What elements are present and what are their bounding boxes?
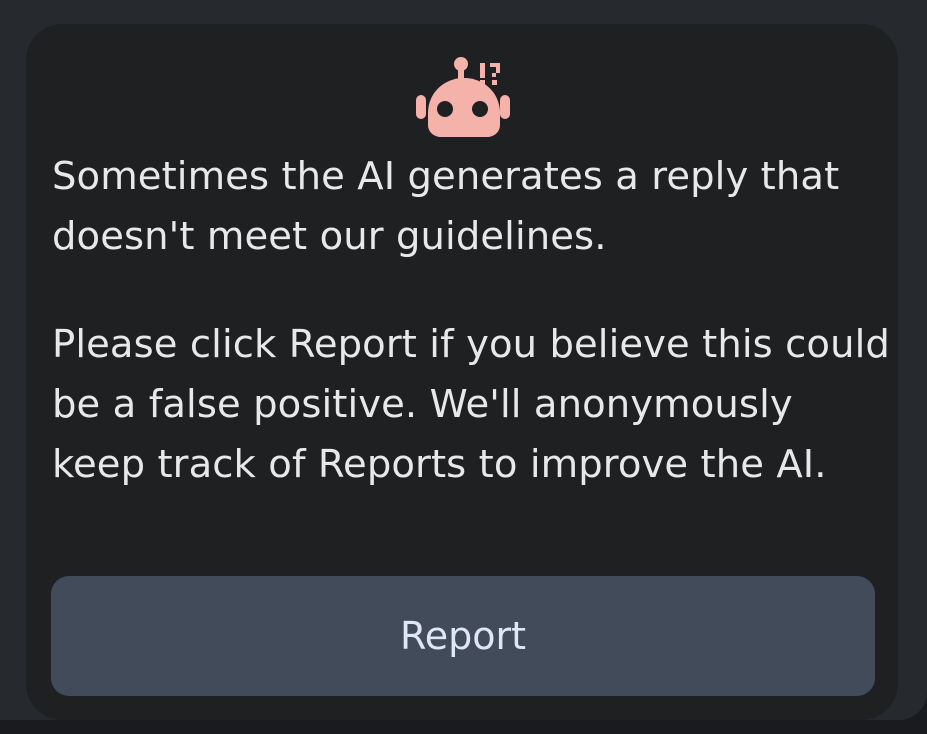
robot-warning-icon — [416, 57, 510, 137]
report-button[interactable]: Report — [51, 576, 875, 696]
report-instructions-text: Please click Report if you believe this … — [52, 322, 890, 487]
guidelines-notice-text: Sometimes the AI generates a reply that … — [52, 154, 840, 259]
